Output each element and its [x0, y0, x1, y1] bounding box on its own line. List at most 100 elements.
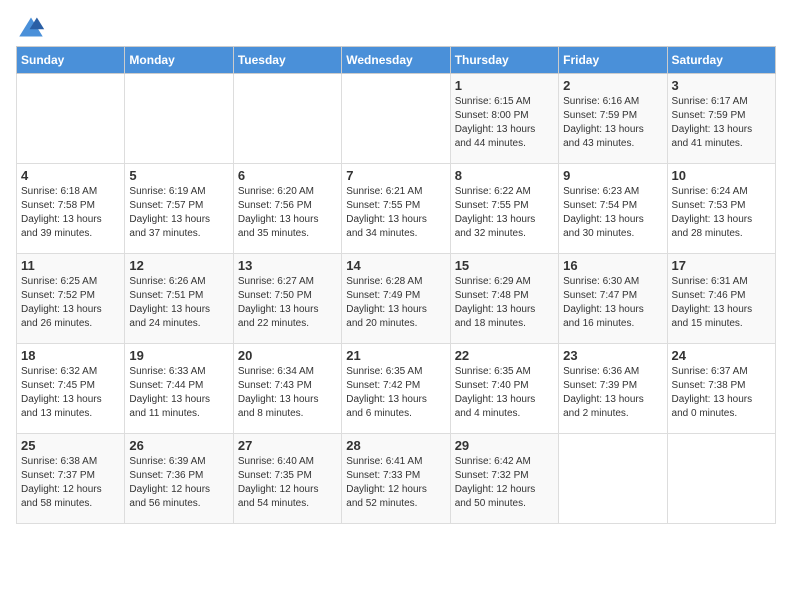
day-number: 11: [21, 258, 120, 273]
calendar-cell: [125, 74, 233, 164]
calendar-cell: 25 Sunrise: 6:38 AM Sunset: 7:37 PM Dayli…: [17, 434, 125, 524]
day-header-saturday: Saturday: [667, 47, 775, 74]
day-header-friday: Friday: [559, 47, 667, 74]
day-number: 12: [129, 258, 228, 273]
calendar-cell: 2Sunrise: 6:16 AM Sunset: 7:59 PM Daylig…: [559, 74, 667, 164]
day-info: Sunrise: 6:18 AM Sunset: 7:58 PM Dayligh…: [21, 185, 120, 241]
day-number: 10: [672, 168, 771, 183]
day-number: 26: [129, 438, 228, 453]
logo: [16, 16, 50, 38]
day-number: 19: [129, 348, 228, 363]
day-number: 2: [563, 78, 662, 93]
day-header-monday: Monday: [125, 47, 233, 74]
day-info: Sunrise: 6:35 AM Sunset: 7:40 PM Dayligh…: [455, 365, 554, 421]
calendar-cell: 3 Sunrise: 6:17 AM Sunset: 7:59 PM Daylig…: [667, 74, 775, 164]
day-number: 5: [129, 168, 228, 183]
day-number: 15: [455, 258, 554, 273]
day-info: Sunrise: 6:17 AM Sunset: 7:59 PM Dayligh…: [672, 95, 771, 151]
day-header-tuesday: Tuesday: [233, 47, 341, 74]
calendar-table: SundayMondayTuesdayWednesdayThursdayFrid…: [16, 46, 776, 524]
calendar-body: 1Sunrise: 6:15 AM Sunset: 8:00 PM Daylig…: [17, 74, 776, 524]
calendar-cell: [17, 74, 125, 164]
calendar-cell: [233, 74, 341, 164]
week-row-4: 18 Sunrise: 6:32 AM Sunset: 7:45 PM Dayli…: [17, 344, 776, 434]
calendar-cell: 20 Sunrise: 6:34 AM Sunset: 7:43 PM Dayli…: [233, 344, 341, 434]
day-info: Sunrise: 6:20 AM Sunset: 7:56 PM Dayligh…: [238, 185, 337, 241]
day-info: Sunrise: 6:42 AM Sunset: 7:32 PM Dayligh…: [455, 455, 554, 511]
calendar-cell: 6 Sunrise: 6:20 AM Sunset: 7:56 PM Daylig…: [233, 164, 341, 254]
day-number: 3: [672, 78, 771, 93]
calendar-cell: 1Sunrise: 6:15 AM Sunset: 8:00 PM Daylig…: [450, 74, 558, 164]
day-number: 14: [346, 258, 445, 273]
week-row-1: 1Sunrise: 6:15 AM Sunset: 8:00 PM Daylig…: [17, 74, 776, 164]
calendar-cell: 11 Sunrise: 6:25 AM Sunset: 7:52 PM Dayli…: [17, 254, 125, 344]
day-info: Sunrise: 6:30 AM Sunset: 7:47 PM Dayligh…: [563, 275, 662, 331]
day-number: 16: [563, 258, 662, 273]
day-number: 21: [346, 348, 445, 363]
day-info: Sunrise: 6:22 AM Sunset: 7:55 PM Dayligh…: [455, 185, 554, 241]
day-number: 6: [238, 168, 337, 183]
day-number: 25: [21, 438, 120, 453]
day-number: 29: [455, 438, 554, 453]
calendar-cell: 16 Sunrise: 6:30 AM Sunset: 7:47 PM Dayli…: [559, 254, 667, 344]
calendar-cell: 9 Sunrise: 6:23 AM Sunset: 7:54 PM Daylig…: [559, 164, 667, 254]
calendar-cell: 5 Sunrise: 6:19 AM Sunset: 7:57 PM Daylig…: [125, 164, 233, 254]
calendar-cell: 15 Sunrise: 6:29 AM Sunset: 7:48 PM Dayli…: [450, 254, 558, 344]
day-number: 4: [21, 168, 120, 183]
calendar-cell: 14Sunrise: 6:28 AM Sunset: 7:49 PM Dayli…: [342, 254, 450, 344]
day-info: Sunrise: 6:34 AM Sunset: 7:43 PM Dayligh…: [238, 365, 337, 421]
day-info: Sunrise: 6:19 AM Sunset: 7:57 PM Dayligh…: [129, 185, 228, 241]
day-number: 13: [238, 258, 337, 273]
header: [16, 16, 776, 38]
day-header-sunday: Sunday: [17, 47, 125, 74]
calendar-cell: 19 Sunrise: 6:33 AM Sunset: 7:44 PM Dayli…: [125, 344, 233, 434]
calendar-cell: 18 Sunrise: 6:32 AM Sunset: 7:45 PM Dayli…: [17, 344, 125, 434]
day-number: 28: [346, 438, 445, 453]
week-row-3: 11 Sunrise: 6:25 AM Sunset: 7:52 PM Dayli…: [17, 254, 776, 344]
day-header-wednesday: Wednesday: [342, 47, 450, 74]
calendar-cell: 22 Sunrise: 6:35 AM Sunset: 7:40 PM Dayli…: [450, 344, 558, 434]
day-number: 20: [238, 348, 337, 363]
day-info: Sunrise: 6:37 AM Sunset: 7:38 PM Dayligh…: [672, 365, 771, 421]
day-info: Sunrise: 6:21 AM Sunset: 7:55 PM Dayligh…: [346, 185, 445, 241]
calendar-cell: 26Sunrise: 6:39 AM Sunset: 7:36 PM Dayli…: [125, 434, 233, 524]
day-info: Sunrise: 6:26 AM Sunset: 7:51 PM Dayligh…: [129, 275, 228, 331]
day-number: 1: [455, 78, 554, 93]
day-number: 17: [672, 258, 771, 273]
day-info: Sunrise: 6:35 AM Sunset: 7:42 PM Dayligh…: [346, 365, 445, 421]
day-number: 7: [346, 168, 445, 183]
calendar-cell: 8 Sunrise: 6:22 AM Sunset: 7:55 PM Daylig…: [450, 164, 558, 254]
calendar-cell: 4 Sunrise: 6:18 AM Sunset: 7:58 PM Daylig…: [17, 164, 125, 254]
day-header-thursday: Thursday: [450, 47, 558, 74]
day-info: Sunrise: 6:38 AM Sunset: 7:37 PM Dayligh…: [21, 455, 120, 511]
day-info: Sunrise: 6:41 AM Sunset: 7:33 PM Dayligh…: [346, 455, 445, 511]
day-info: Sunrise: 6:29 AM Sunset: 7:48 PM Dayligh…: [455, 275, 554, 331]
calendar-cell: 24 Sunrise: 6:37 AM Sunset: 7:38 PM Dayli…: [667, 344, 775, 434]
calendar-cell: 7 Sunrise: 6:21 AM Sunset: 7:55 PM Daylig…: [342, 164, 450, 254]
calendar-cell: 21 Sunrise: 6:35 AM Sunset: 7:42 PM Dayli…: [342, 344, 450, 434]
day-info: Sunrise: 6:23 AM Sunset: 7:54 PM Dayligh…: [563, 185, 662, 241]
calendar-cell: 13 Sunrise: 6:27 AM Sunset: 7:50 PM Dayli…: [233, 254, 341, 344]
calendar-header-row: SundayMondayTuesdayWednesdayThursdayFrid…: [17, 47, 776, 74]
week-row-5: 25 Sunrise: 6:38 AM Sunset: 7:37 PM Dayli…: [17, 434, 776, 524]
day-number: 8: [455, 168, 554, 183]
day-number: 18: [21, 348, 120, 363]
day-number: 22: [455, 348, 554, 363]
day-number: 27: [238, 438, 337, 453]
day-info: Sunrise: 6:24 AM Sunset: 7:53 PM Dayligh…: [672, 185, 771, 241]
day-number: 24: [672, 348, 771, 363]
calendar-cell: [559, 434, 667, 524]
calendar-cell: 27Sunrise: 6:40 AM Sunset: 7:35 PM Dayli…: [233, 434, 341, 524]
day-info: Sunrise: 6:25 AM Sunset: 7:52 PM Dayligh…: [21, 275, 120, 331]
calendar-cell: [342, 74, 450, 164]
day-info: Sunrise: 6:31 AM Sunset: 7:46 PM Dayligh…: [672, 275, 771, 331]
day-info: Sunrise: 6:33 AM Sunset: 7:44 PM Dayligh…: [129, 365, 228, 421]
day-info: Sunrise: 6:32 AM Sunset: 7:45 PM Dayligh…: [21, 365, 120, 421]
calendar-cell: 17 Sunrise: 6:31 AM Sunset: 7:46 PM Dayli…: [667, 254, 775, 344]
calendar-cell: [667, 434, 775, 524]
day-info: Sunrise: 6:27 AM Sunset: 7:50 PM Dayligh…: [238, 275, 337, 331]
day-number: 23: [563, 348, 662, 363]
calendar-cell: 28 Sunrise: 6:41 AM Sunset: 7:33 PM Dayli…: [342, 434, 450, 524]
day-number: 9: [563, 168, 662, 183]
calendar-cell: 23Sunrise: 6:36 AM Sunset: 7:39 PM Dayli…: [559, 344, 667, 434]
